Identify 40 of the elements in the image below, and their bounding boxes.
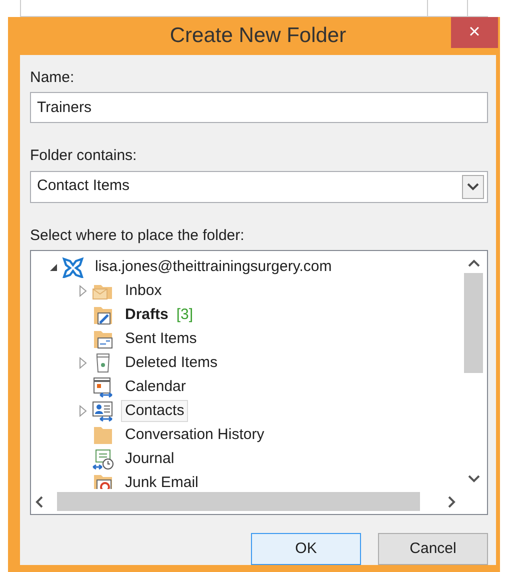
expanded-arrow-icon[interactable] [48, 262, 58, 272]
chevron-down-icon [467, 182, 479, 190]
window-title: Create New Folder [170, 23, 346, 49]
tree-item[interactable]: Contacts [121, 400, 188, 422]
folder-icon [91, 424, 115, 446]
unread-count: [3] [176, 304, 194, 325]
journal-icon [91, 448, 115, 470]
tree-item[interactable]: Journal [121, 448, 178, 470]
account-icon [61, 256, 85, 278]
scroll-thumb[interactable] [57, 492, 420, 511]
folder-pencil-icon [91, 304, 115, 326]
name-field[interactable]: Trainers [30, 92, 488, 123]
tree-item[interactable]: Junk Email [121, 472, 202, 489]
tree-item[interactable]: lisa.jones@theittrainingsurgery.com [91, 256, 336, 278]
ok-button[interactable]: OK [251, 533, 361, 565]
scroll-down-icon[interactable] [468, 475, 480, 483]
tree-item[interactable]: Calendar [121, 376, 190, 398]
tree-item[interactable]: Inbox [121, 280, 166, 302]
folder-type-dropdown[interactable]: Contact Items [30, 170, 488, 202]
scroll-right-icon[interactable] [448, 496, 456, 508]
close-button[interactable]: × [451, 17, 498, 48]
field-label: Name: [30, 68, 76, 88]
folder-blocked-icon [91, 472, 115, 489]
collapsed-arrow-icon[interactable] [79, 405, 87, 417]
collapsed-arrow-icon[interactable] [79, 357, 87, 369]
collapsed-arrow-icon[interactable] [79, 285, 87, 297]
scroll-up-icon[interactable] [468, 259, 480, 267]
field-label: Select where to place the folder: [30, 226, 246, 246]
folder-envelope-icon [91, 328, 115, 350]
field-label: Folder contains: [30, 146, 138, 166]
contacts-icon [91, 400, 115, 422]
tree-item[interactable]: Deleted Items [121, 352, 222, 374]
tree-item[interactable]: Sent Items [121, 328, 201, 350]
tree-item[interactable]: Conversation History [121, 424, 268, 446]
cancel-button[interactable]: Cancel [378, 533, 488, 565]
scroll-thumb[interactable] [464, 273, 483, 373]
calendar-icon [91, 376, 115, 398]
dropdown-button[interactable] [462, 174, 484, 198]
scroll-left-icon[interactable] [35, 496, 43, 508]
tree-item[interactable]: Drafts [121, 304, 172, 326]
